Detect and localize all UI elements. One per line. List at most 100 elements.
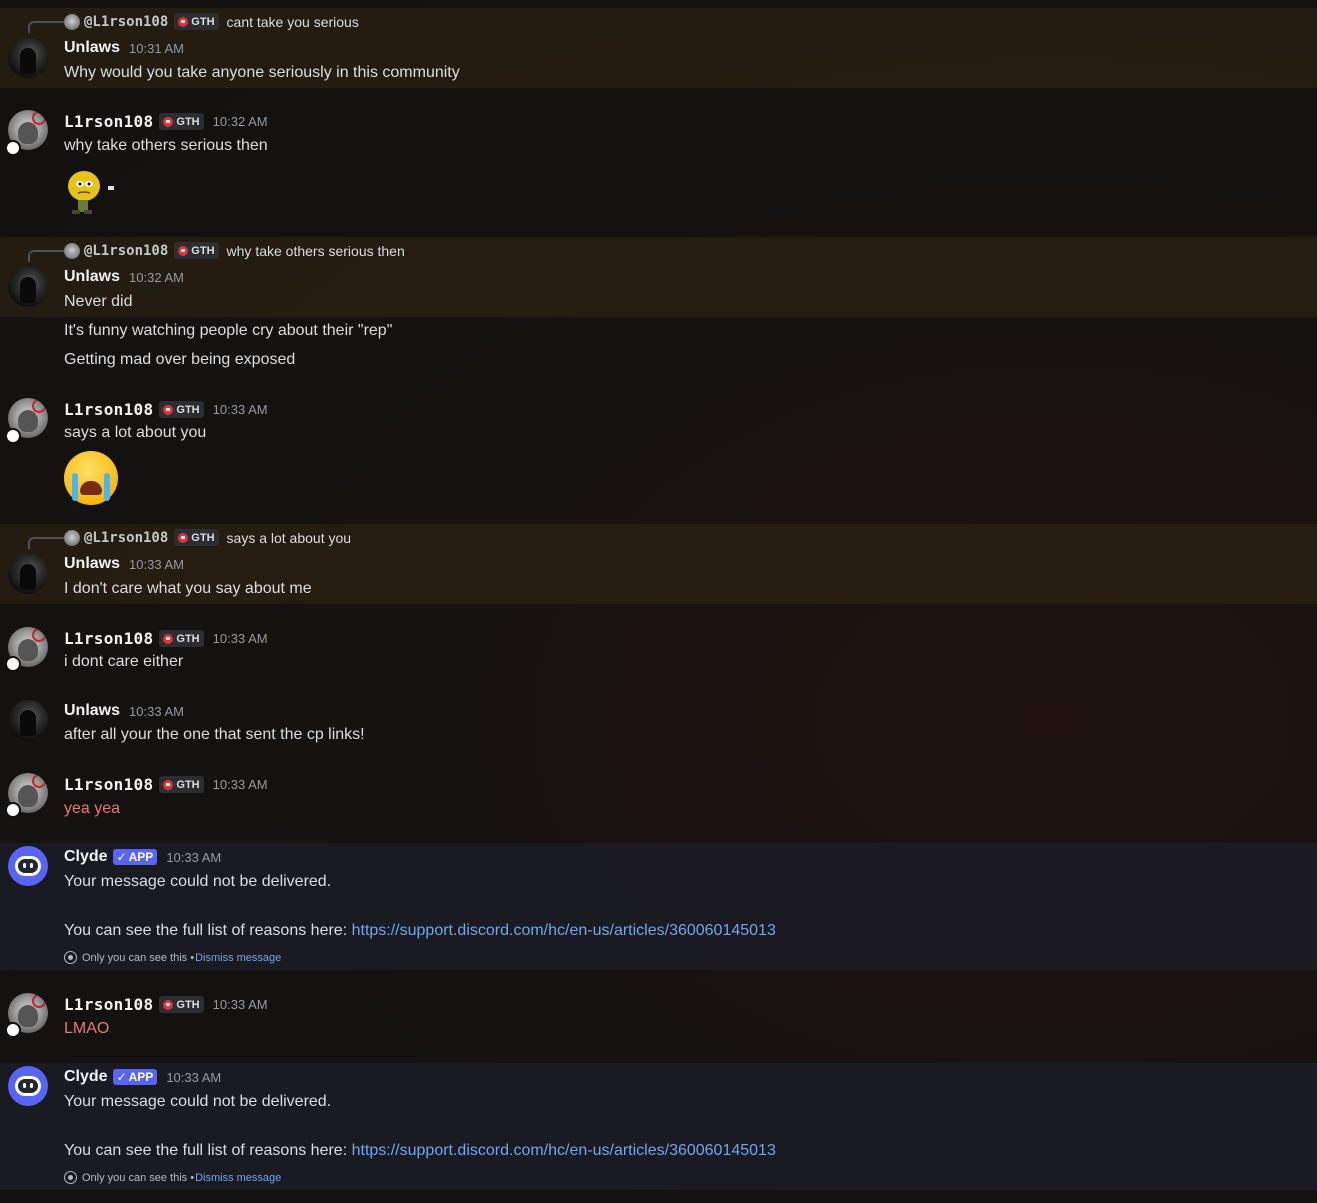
skull-icon <box>163 999 174 1010</box>
guild-tag: GTH <box>159 401 204 418</box>
timestamp[interactable]: 10:33 AM <box>129 557 184 572</box>
guild-tag: GTH <box>159 996 204 1013</box>
loudly-crying-face-emoji[interactable] <box>64 451 118 505</box>
guild-tag-label: GTH <box>176 403 200 416</box>
timestamp[interactable]: 10:31 AM <box>129 41 184 56</box>
reply-text: cant take you serious <box>226 13 359 30</box>
status-icon <box>5 1022 21 1038</box>
message-header: L1rson108 GTH 10:33 AM <box>64 775 268 794</box>
reply-username[interactable]: @L1rson108 <box>84 530 168 546</box>
reply-avatar <box>64 13 80 30</box>
status-icon <box>5 656 21 672</box>
guild-tag-label: GTH <box>176 778 200 791</box>
username[interactable]: L1rson108 <box>64 629 153 648</box>
ephemeral-notice: Only you can see this • Dismiss message <box>64 951 281 964</box>
ephemeral-text: Only you can see this • <box>82 951 195 964</box>
timestamp[interactable]: 10:33 AM <box>213 997 268 1012</box>
username[interactable]: Clyde <box>64 1068 108 1086</box>
skull-icon <box>178 16 189 27</box>
username[interactable]: Unlaws <box>64 555 120 573</box>
ephemeral-notice: Only you can see this • Dismiss message <box>64 1171 281 1184</box>
timestamp[interactable]: 10:33 AM <box>166 850 221 865</box>
guild-tag: GTH <box>174 13 219 30</box>
eye-icon <box>64 1171 77 1184</box>
timestamp[interactable]: 10:33 AM <box>213 402 268 417</box>
message-text: Your message could not be delivered. <box>64 1093 332 1110</box>
message-text: You can see the full list of reasons her… <box>64 1142 776 1160</box>
support-link[interactable]: https://support.discord.com/hc/en-us/art… <box>352 922 776 939</box>
reply-connector <box>28 250 64 262</box>
reply-preview[interactable]: @L1rson108 GTH why take others serious t… <box>64 242 405 259</box>
dismiss-message-link[interactable]: Dismiss message <box>195 952 281 964</box>
checkmark-icon: ✓ <box>116 1070 127 1084</box>
guild-tag-label: GTH <box>176 632 200 645</box>
message-text: Never did <box>64 293 133 310</box>
message-text: i dont care either <box>64 653 184 670</box>
username[interactable]: Unlaws <box>64 702 120 720</box>
clyde-avatar[interactable] <box>8 846 48 886</box>
guild-tag-label: GTH <box>191 531 215 544</box>
guild-tag: GTH <box>174 529 219 546</box>
app-badge: ✓ APP <box>112 849 158 865</box>
message-header: L1rson108 GTH 10:33 AM <box>64 629 268 648</box>
message-text: I don't care what you say about me <box>64 580 312 597</box>
status-icon <box>5 802 21 818</box>
username[interactable]: Unlaws <box>64 39 120 57</box>
message-text: says a lot about you <box>64 424 207 441</box>
avatar[interactable] <box>8 554 48 594</box>
message-text: Your message could not be delivered. <box>64 873 332 890</box>
message-header: Unlaws 10:31 AM <box>64 39 184 57</box>
guild-tag-label: GTH <box>191 244 215 257</box>
message-header: Unlaws 10:33 AM <box>64 702 184 720</box>
username[interactable]: L1rson108 <box>64 400 153 419</box>
skull-icon <box>178 532 189 543</box>
reply-avatar <box>64 242 80 259</box>
skull-icon <box>178 245 189 256</box>
username[interactable]: L1rson108 <box>64 775 153 794</box>
avatar[interactable] <box>8 700 48 740</box>
guild-tag-label: GTH <box>176 998 200 1011</box>
reply-connector <box>28 21 64 33</box>
ephemeral-text: Only you can see this • <box>82 1171 195 1184</box>
dismiss-message-link[interactable]: Dismiss message <box>195 1172 281 1184</box>
skull-icon <box>163 116 174 127</box>
failed-message-text: yea yea <box>64 800 121 817</box>
clyde-bot-icon <box>15 856 41 876</box>
avatar[interactable] <box>8 38 48 78</box>
support-link[interactable]: https://support.discord.com/hc/en-us/art… <box>352 1142 776 1159</box>
message-header: L1rson108 GTH 10:33 AM <box>64 995 268 1014</box>
reply-preview[interactable]: @L1rson108 GTH cant take you serious <box>64 13 359 30</box>
message-header: Clyde ✓ APP 10:33 AM <box>64 848 221 866</box>
timestamp[interactable]: 10:33 AM <box>213 631 268 646</box>
message-header: Unlaws 10:33 AM <box>64 555 184 573</box>
reply-preview[interactable]: @L1rson108 GTH says a lot about you <box>64 529 351 546</box>
timestamp[interactable]: 10:33 AM <box>129 704 184 719</box>
avatar[interactable] <box>8 267 48 307</box>
reply-text: says a lot about you <box>226 529 352 546</box>
timestamp[interactable]: 10:32 AM <box>213 114 268 129</box>
reply-username[interactable]: @L1rson108 <box>84 14 168 30</box>
username[interactable]: L1rson108 <box>64 995 153 1014</box>
username[interactable]: L1rson108 <box>64 112 153 131</box>
message-text: after all your the one that sent the cp … <box>64 726 365 743</box>
guild-tag-label: GTH <box>176 115 200 128</box>
message-header: L1rson108 GTH 10:32 AM <box>64 112 268 131</box>
timestamp[interactable]: 10:33 AM <box>213 777 268 792</box>
reply-username[interactable]: @L1rson108 <box>84 243 168 259</box>
username[interactable]: Unlaws <box>64 268 120 286</box>
message-header: L1rson108 GTH 10:33 AM <box>64 400 268 419</box>
timestamp[interactable]: 10:33 AM <box>166 1070 221 1085</box>
guild-tag: GTH <box>159 776 204 793</box>
message-text-prefix: You can see the full list of reasons her… <box>64 922 352 939</box>
reply-connector <box>28 537 64 549</box>
reply-avatar <box>64 529 80 546</box>
message-text: Getting mad over being exposed <box>64 351 296 368</box>
timestamp[interactable]: 10:32 AM <box>129 270 184 285</box>
clyde-avatar[interactable] <box>8 1066 48 1106</box>
message-header: Clyde ✓ APP 10:33 AM <box>64 1068 221 1086</box>
message-header: Unlaws 10:32 AM <box>64 268 184 286</box>
thinking-emoji-sticker[interactable] <box>62 162 120 220</box>
username[interactable]: Clyde <box>64 848 108 866</box>
status-icon <box>5 140 21 156</box>
message-text-prefix: You can see the full list of reasons her… <box>64 1142 352 1159</box>
